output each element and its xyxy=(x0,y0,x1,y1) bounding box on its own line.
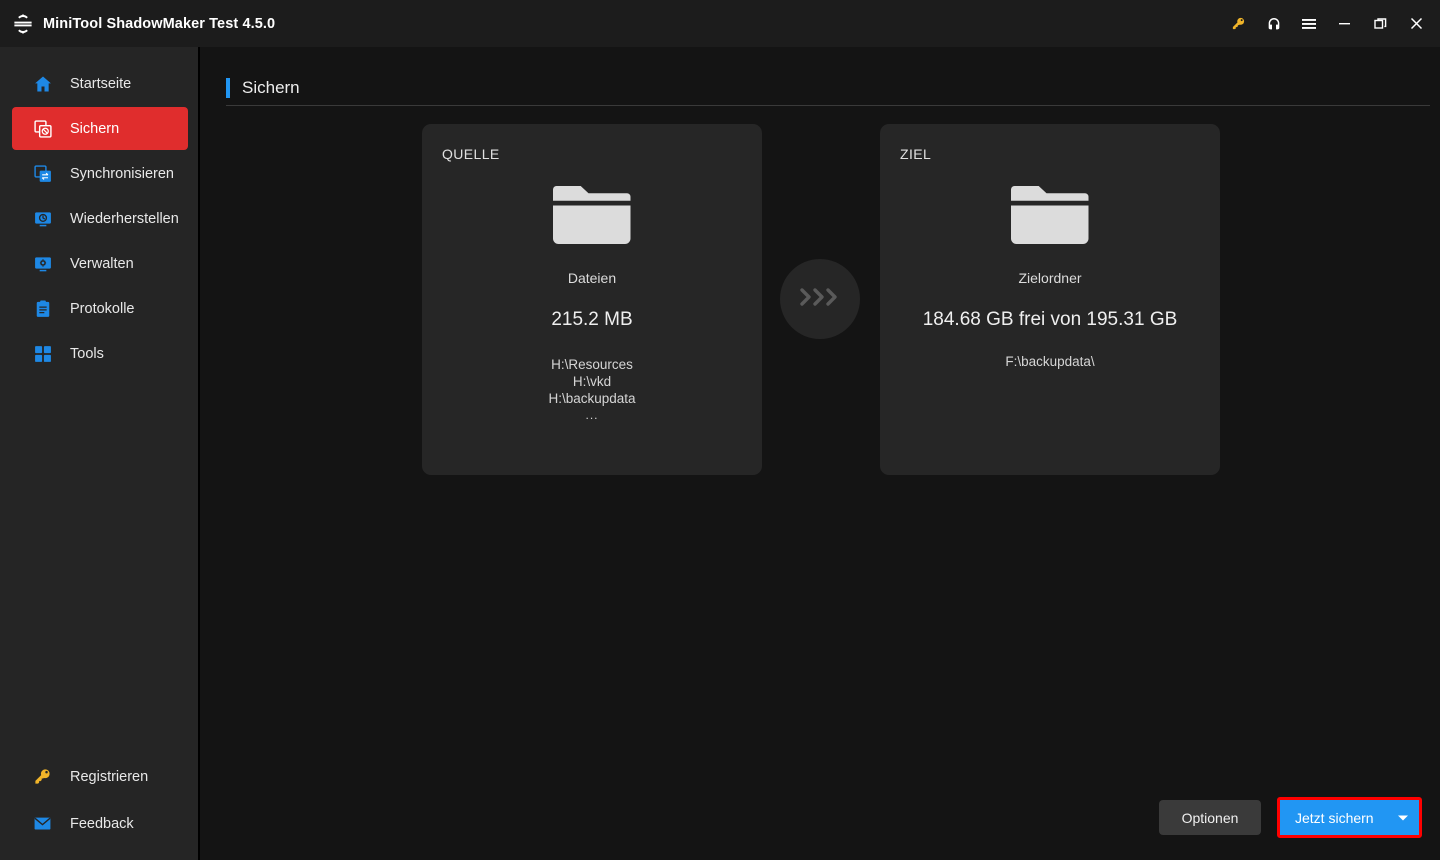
folder-icon xyxy=(422,181,762,249)
source-path: H:\backupdata xyxy=(548,391,636,406)
page-title: Sichern xyxy=(242,78,300,97)
sidebar-item-startseite[interactable]: Startseite xyxy=(12,62,188,105)
source-path-more: ... xyxy=(585,408,599,422)
page-title-accent-bar xyxy=(226,78,230,98)
envelope-icon xyxy=(32,813,53,834)
source-card[interactable]: QUELLE Dateien 215.2 MB H:\Resources H:\… xyxy=(422,124,762,475)
folder-icon xyxy=(880,181,1220,249)
title-bar-controls xyxy=(1221,0,1440,47)
source-path: H:\vkd xyxy=(572,374,612,389)
window-title: MiniTool ShadowMaker Test 4.5.0 xyxy=(43,15,276,32)
close-icon[interactable] xyxy=(1398,4,1434,44)
restore-icon[interactable] xyxy=(1362,4,1398,44)
sidebar-item-synchronisieren[interactable]: Synchronisieren xyxy=(12,152,188,195)
header-divider xyxy=(226,105,1430,106)
sidebar-item-label: Tools xyxy=(70,345,104,362)
manage-gear-monitor-icon xyxy=(32,253,53,274)
sidebar-item-label: Startseite xyxy=(70,75,132,92)
source-card-size: 215.2 MB xyxy=(551,309,633,330)
main-content: Sichern QUELLE Dateien 215.2 MB H:\Resou… xyxy=(202,47,1440,860)
caret-down-icon[interactable] xyxy=(1398,815,1408,820)
key-icon xyxy=(32,766,53,787)
sidebar-item-label: Registrieren xyxy=(70,768,149,785)
sidebar-item-verwalten[interactable]: Verwalten xyxy=(12,242,188,285)
minimize-icon[interactable] xyxy=(1326,4,1362,44)
destination-path: F:\backupdata\ xyxy=(1005,354,1095,369)
backup-now-label: Jetzt sichern xyxy=(1295,809,1374,826)
options-button[interactable]: Optionen xyxy=(1159,800,1261,835)
sidebar-item-protokolle[interactable]: Protokolle xyxy=(12,287,188,330)
hamburger-menu-icon[interactable] xyxy=(1291,4,1326,44)
sidebar-item-registrieren[interactable]: Registrieren xyxy=(12,754,188,799)
sidebar-item-feedback[interactable]: Feedback xyxy=(12,801,188,846)
destination-card-size: 184.68 GB frei von 195.31 GB xyxy=(922,309,1178,330)
sidebar-item-label: Verwalten xyxy=(70,255,134,272)
source-card-kicker: QUELLE xyxy=(442,146,500,162)
sidebar-item-tools[interactable]: Tools xyxy=(12,332,188,375)
backup-now-highlight: Jetzt sichern xyxy=(1277,797,1422,838)
restore-monitor-icon xyxy=(32,208,53,229)
chevrons-right-icon xyxy=(798,287,842,312)
tools-grid-icon xyxy=(32,343,53,364)
logs-clipboard-icon xyxy=(32,298,53,319)
sidebar-nav-secondary: Registrieren Feedback xyxy=(0,754,200,848)
app-window: MiniTool ShadowMaker Test 4.5.0 Startsei… xyxy=(0,0,1440,860)
sidebar-nav-primary: Startseite Sichern Synchronisieren Wiede… xyxy=(0,62,200,377)
source-path: H:\Resources xyxy=(551,357,633,372)
sync-icon xyxy=(32,163,53,184)
sidebar-item-label: Sichern xyxy=(70,120,120,137)
backup-icon xyxy=(32,118,53,139)
destination-card-path-wrap: F:\backupdata\ xyxy=(880,353,1220,370)
transfer-arrow xyxy=(780,259,860,339)
home-icon xyxy=(32,73,53,94)
page-header: Sichern xyxy=(226,78,1416,98)
sidebar-item-label: Feedback xyxy=(70,815,134,832)
sidebar-item-label: Wiederherstellen xyxy=(70,210,179,227)
source-card-paths: H:\Resources H:\vkd H:\backupdata ... xyxy=(422,356,762,424)
sidebar: Startseite Sichern Synchronisieren Wiede… xyxy=(0,47,200,860)
sidebar-item-wiederherstellen[interactable]: Wiederherstellen xyxy=(12,197,188,240)
destination-card-type: Zielordner xyxy=(1018,270,1082,286)
source-card-type: Dateien xyxy=(567,270,617,286)
sidebar-item-label: Protokolle xyxy=(70,300,135,317)
sidebar-item-sichern[interactable]: Sichern xyxy=(12,107,188,150)
title-bar: MiniTool ShadowMaker Test 4.5.0 xyxy=(0,0,1440,47)
support-headset-icon[interactable] xyxy=(1256,4,1291,44)
footer-actions: Optionen Jetzt sichern xyxy=(1159,797,1422,838)
backup-now-button[interactable]: Jetzt sichern xyxy=(1280,800,1419,835)
register-key-icon[interactable] xyxy=(1221,4,1256,44)
destination-card[interactable]: ZIEL Zielordner 184.68 GB frei von 195.3… xyxy=(880,124,1220,475)
destination-card-kicker: ZIEL xyxy=(900,146,932,162)
sidebar-item-label: Synchronisieren xyxy=(70,165,174,182)
title-bar-left: MiniTool ShadowMaker Test 4.5.0 xyxy=(0,13,275,35)
sync-circular-arrows-icon xyxy=(12,13,34,35)
